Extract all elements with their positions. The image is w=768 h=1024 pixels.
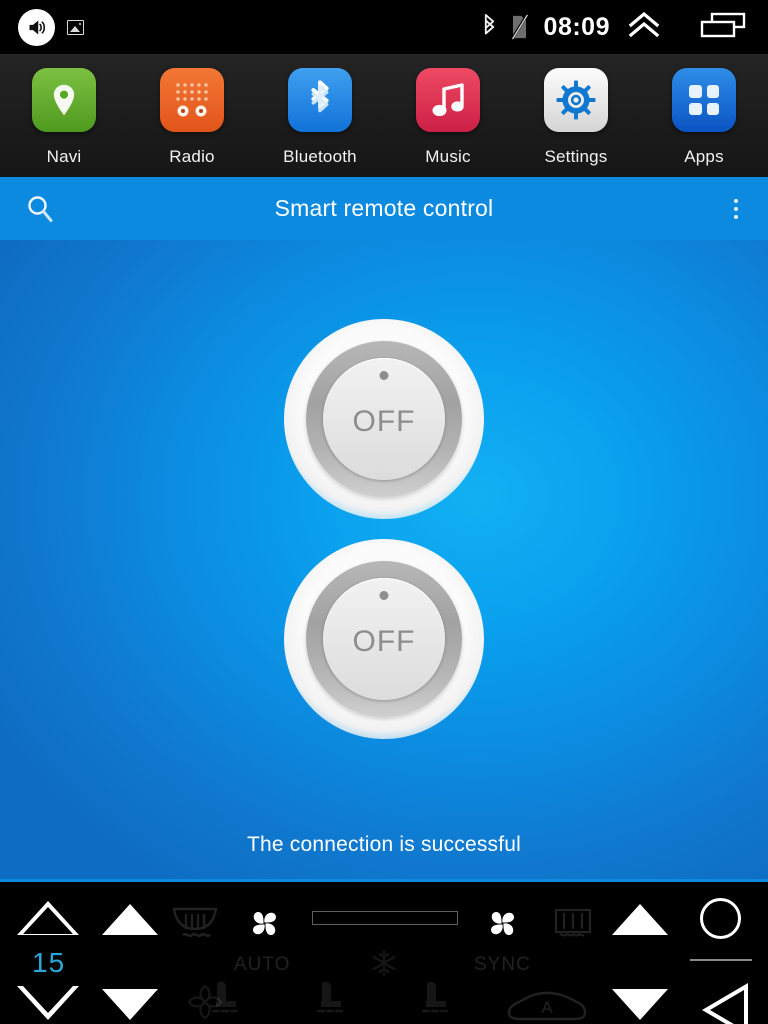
gear-icon[interactable] [544,68,608,132]
fan-speed-slider[interactable] [312,911,458,925]
dock-label-radio: Radio [169,147,215,166]
knob-control-1[interactable]: OFF [284,319,484,519]
status-bar-left [0,8,84,46]
dock-item-apps[interactable]: Apps [640,54,768,177]
fan-icon-left[interactable] [244,903,285,949]
remote-control-canvas: OFF OFF The connection is successful [0,240,768,879]
double-chevron-up-icon[interactable] [628,11,660,43]
temperature-down-outline-icon[interactable] [17,986,79,1020]
connection-status-text: The connection is successful [246,833,522,856]
app-dock: Navi Radio Bluetooth Music Settings Apps [0,54,768,231]
home-circle-icon[interactable] [700,898,741,939]
map-pin-icon[interactable] [32,68,96,132]
ac-snowflake-icon[interactable] [370,949,398,982]
knob-position-dot-2 [379,591,389,600]
back-triangle-icon[interactable] [702,983,748,1024]
knob-state-label-2: OFF [352,625,416,658]
recent-apps-icon[interactable] [700,12,746,43]
page-title: Smart remote control [274,195,494,221]
svg-text:A: A [541,998,553,1017]
driver-temperature-value: 15 [32,947,66,978]
seat-heat-icon-3[interactable] [418,979,454,1024]
knob-outer-1[interactable]: OFF [284,319,484,519]
app-grid-squares [689,85,719,115]
dock-label-navi: Navi [46,147,82,166]
dock-item-settings[interactable]: Settings [512,54,640,177]
knob-ring-2: OFF [306,561,462,717]
bluetooth-icon[interactable] [288,68,352,132]
status-bar-right: 08:09 [482,11,768,43]
no-sim-card-icon [510,14,528,40]
sync-mode-label[interactable]: SYNC [474,954,531,976]
auto-mode-label[interactable]: AUTO [234,954,290,976]
rear-defrost-icon[interactable] [554,908,592,943]
overflow-menu-icon[interactable] [728,193,744,225]
knob-position-dot-1 [379,371,389,380]
volume-speaker-icon[interactable] [18,8,55,46]
dock-label-apps: Apps [684,147,724,166]
dock-item-bluetooth[interactable]: Bluetooth [256,54,384,177]
temperature-up-solid-icon[interactable] [612,904,668,935]
knob-state-label-1: OFF [352,405,416,438]
fan-speed-down-icon[interactable] [102,989,158,1020]
status-bar: 08:09 [0,0,768,54]
picture-icon[interactable] [67,19,84,35]
dock-item-music[interactable]: Music [384,54,512,177]
fan-speed-up-icon[interactable] [102,904,158,935]
front-defrost-icon[interactable] [170,905,220,946]
dock-item-navi[interactable]: Navi [0,54,128,177]
knob-face-1[interactable]: OFF [323,358,445,480]
search-icon[interactable] [20,189,60,229]
nav-divider [690,959,752,961]
knob-outer-2[interactable]: OFF [284,539,484,739]
knob-ring-1: OFF [306,341,462,497]
device-screen: 08:09 Navi Radio Bluetooth Music Setting… [0,0,768,1024]
seat-heat-icon-1[interactable] [208,979,244,1024]
bluetooth-icon [482,14,497,40]
temperature-up-outline-icon[interactable] [17,901,79,935]
temperature-down-solid-icon[interactable] [612,989,668,1020]
app-grid-icon[interactable] [672,68,736,132]
dock-label-settings: Settings [544,147,608,166]
status-bar-clock: 08:09 [543,12,610,41]
hvac-top-divider [0,879,768,882]
hvac-control-bar: 15 AUTO SYNC A [0,879,768,1024]
knob-face-2[interactable]: OFF [323,578,445,700]
dock-item-radio[interactable]: Radio [128,54,256,177]
music-note-icon[interactable] [416,68,480,132]
auto-car-icon[interactable]: A [505,987,589,1024]
radio-icon[interactable] [160,68,224,132]
knob-control-2[interactable]: OFF [284,539,484,739]
fan-icon-right[interactable] [482,903,523,949]
app-title-bar: Smart remote control [0,177,768,240]
seat-heat-icon-2[interactable] [313,979,349,1024]
dock-label-music: Music [425,147,471,166]
dock-label-bluetooth: Bluetooth [283,147,357,166]
